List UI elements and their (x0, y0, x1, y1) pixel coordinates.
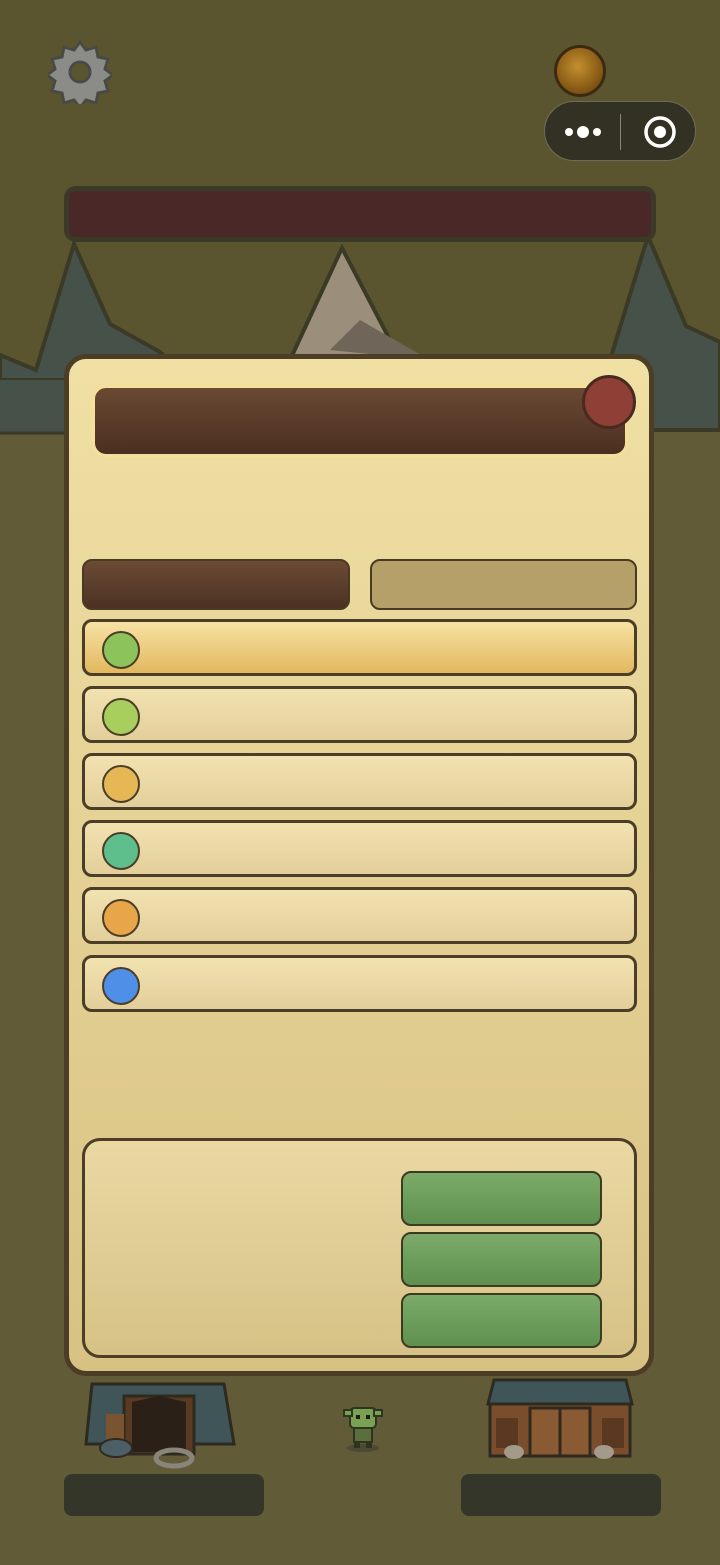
record-target-icon[interactable] (643, 115, 677, 149)
list-item-dot (102, 832, 140, 870)
list-item-dot (102, 631, 140, 669)
tab-second[interactable] (370, 559, 637, 610)
list-item-dot (102, 765, 140, 803)
tent-icon[interactable] (84, 1374, 239, 1470)
list-item[interactable] (82, 619, 637, 676)
list-item[interactable] (82, 955, 637, 1012)
more-dots-icon[interactable] (563, 119, 607, 145)
list-item[interactable] (82, 887, 637, 944)
list-item[interactable] (82, 820, 637, 877)
tab-first[interactable] (82, 559, 350, 610)
mini-program-capsule (544, 101, 696, 161)
action-button-2[interactable] (401, 1232, 602, 1287)
coin-icon[interactable] (554, 45, 606, 97)
list-item-dot (102, 698, 140, 736)
action-button-3[interactable] (401, 1293, 602, 1348)
barn-icon[interactable] (484, 1374, 636, 1460)
footer-left-button[interactable] (64, 1474, 264, 1516)
list-item-dot (102, 899, 140, 937)
close-icon[interactable] (582, 375, 636, 429)
game-screen (0, 0, 720, 1565)
list-item[interactable] (82, 753, 637, 810)
list-item-dot (102, 967, 140, 1005)
capsule-divider (620, 114, 621, 150)
top-status-bar (64, 186, 656, 242)
dialog-title-bar (92, 385, 628, 457)
gear-icon[interactable] (48, 40, 112, 104)
footer-right-button[interactable] (461, 1474, 661, 1516)
list-item[interactable] (82, 686, 637, 743)
action-button-1[interactable] (401, 1171, 602, 1226)
goblin-icon[interactable] (342, 1402, 384, 1452)
